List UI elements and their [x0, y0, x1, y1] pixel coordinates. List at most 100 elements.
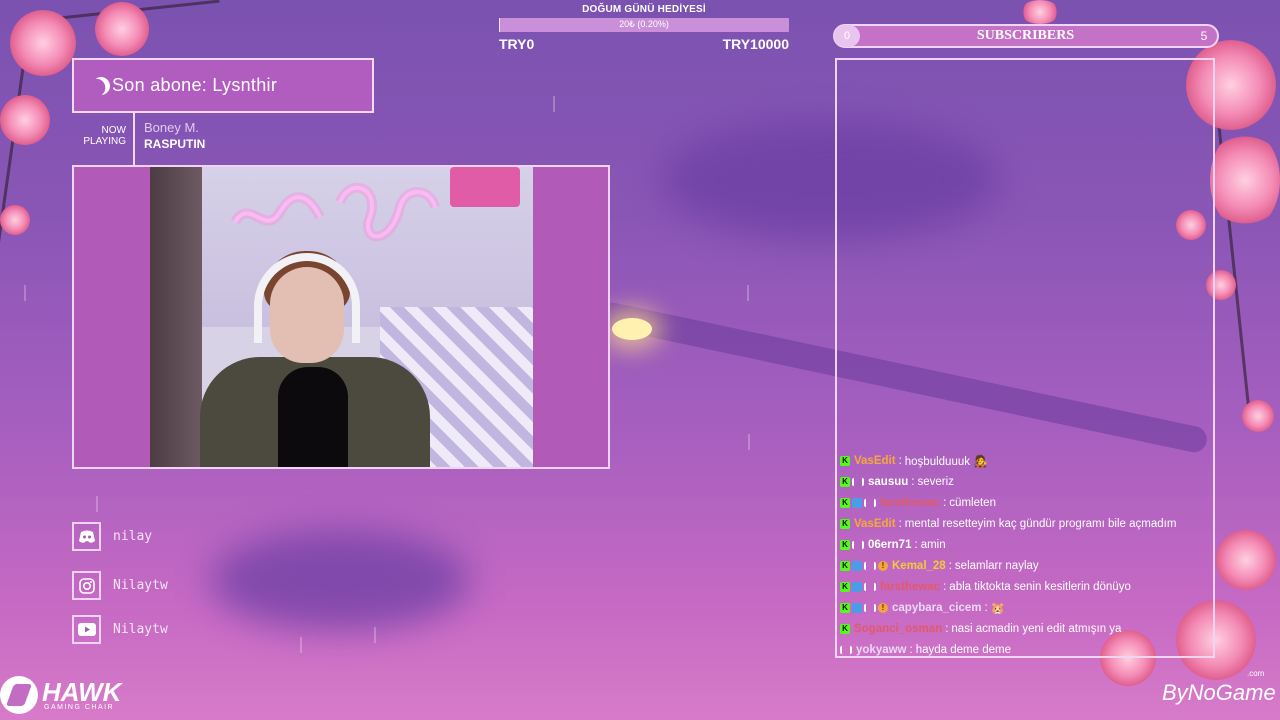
rain-drop [747, 285, 749, 301]
watermark-suffix: .com [1247, 669, 1265, 678]
chat-message: K 06ern71: amin [840, 534, 1220, 555]
donation-max-label: TRY10000 [722, 36, 789, 52]
chat-separator: : [948, 559, 952, 572]
chat-username[interactable]: yokyaww [856, 644, 907, 656]
donation-progress-text: 20₺ (0.20%) [619, 19, 669, 29]
kick-badge-icon: K [840, 623, 850, 634]
chat-text: mental resetteyim kaç gündür programı bi… [904, 517, 1177, 530]
chat-username[interactable]: farsthewac [880, 497, 940, 509]
donation-goal: DOĞUM GÜNÜ HEDİYESİ 20₺ (0.20%) TRY0 TRY… [499, 4, 789, 52]
chat-text: cümleten [949, 496, 996, 509]
sponsor-name: HAWK [42, 676, 122, 707]
now-playing-label: NOW PLAYING [72, 125, 126, 147]
social-youtube[interactable]: Nilaytw [72, 615, 168, 644]
bars-badge-icon [840, 645, 852, 654]
chat-text: 🐹 [990, 602, 1006, 615]
discord-handle: nilay [113, 529, 153, 544]
last-subscriber-text: Son abone: Lysnthir [112, 75, 278, 95]
rain-drop [374, 627, 376, 643]
rain-drop [24, 285, 26, 301]
blossom-flower [95, 2, 149, 56]
headphones [254, 253, 360, 343]
kick-badge-icon: K [840, 518, 850, 529]
youtube-handle: Nilaytw [113, 622, 168, 637]
youtube-icon [72, 615, 101, 644]
chat-text: hayda deme deme [915, 643, 1011, 656]
bars-badge-icon [864, 603, 876, 612]
bars-badge-icon [864, 498, 876, 507]
blossom-flower [0, 205, 30, 235]
chat-text: hoşbulduuuk 🧑‍🎤 [904, 455, 988, 468]
blossom-flower [1020, 0, 1060, 24]
social-discord[interactable]: nilay [72, 522, 152, 551]
blossom-flower [10, 10, 76, 76]
donation-progress-bar: 20₺ (0.20%) [499, 18, 789, 32]
chat-username[interactable]: capybara_cicem [892, 602, 982, 614]
chat-username[interactable]: Soganci_osman [854, 623, 942, 635]
now-playing-label-line2: PLAYING [83, 136, 126, 147]
last-subscriber-panel: Son abone: Lysnthir [72, 58, 374, 113]
watermark-text: ByNoGame [1162, 680, 1276, 705]
chat-username[interactable]: VasEdit [854, 455, 896, 467]
subscriber-badge-icon [852, 602, 862, 613]
now-playing-label-line1: NOW [101, 125, 126, 136]
kick-badge-icon: K [840, 455, 850, 466]
subscriber-goal-bar: 0 SUBSCRIBERS 5 [833, 24, 1219, 48]
kick-badge-icon: K [840, 602, 850, 613]
sponsor-tagline: GAMING CHAIR [44, 703, 115, 711]
chat-separator: : [945, 622, 949, 635]
chat-text: severiz [917, 475, 954, 488]
streamer [190, 247, 430, 467]
subscriber-badge-icon [852, 497, 862, 508]
chat-text: abla tiktokta senin kesitlerin dönüyo [949, 580, 1131, 593]
neon-sign [230, 182, 440, 242]
blossom-flower [1242, 400, 1274, 432]
chat-separator: : [984, 601, 988, 614]
instagram-icon [72, 571, 101, 600]
chat-message: K VasEdit: mental resetteyim kaç gündür pr… [840, 513, 1220, 534]
now-playing-divider [133, 112, 135, 166]
webcam-frame [72, 165, 610, 469]
lamp-glow [612, 318, 652, 340]
chat-separator: : [943, 580, 947, 593]
chat-text: amin [920, 538, 946, 551]
now-playing-artist: Boney M. [144, 120, 199, 135]
subscriber-goal: 5 [1200, 29, 1208, 43]
donation-title: DOĞUM GÜNÜ HEDİYESİ [582, 4, 706, 15]
streamer-shirt [278, 367, 348, 467]
bars-badge-icon [864, 561, 876, 570]
chat-message: yokyaww: hayda deme deme [840, 639, 1220, 660]
background-cloud [210, 530, 470, 630]
subscriber-badge-icon [852, 581, 862, 592]
subscriber-title: SUBSCRIBERS [976, 28, 1075, 43]
bars-badge-icon [852, 540, 864, 549]
instagram-handle: Nilaytw [113, 578, 168, 593]
chat-message: K! Kemal_28: selamlarr naylay [840, 555, 1220, 576]
subscriber-badge-icon [852, 560, 862, 571]
rain-drop [748, 434, 750, 450]
chat-username[interactable]: sausuu [868, 476, 908, 488]
blossom-flower [0, 95, 50, 145]
social-instagram[interactable]: Nilaytw [72, 571, 168, 600]
chat-text: selamlarr naylay [954, 559, 1039, 572]
chat-username[interactable]: VasEdit [854, 518, 896, 530]
gift-badge-icon: ! [878, 560, 888, 571]
chat-username[interactable]: farsthewac [880, 581, 940, 593]
now-playing-song: RASPUTIN [144, 137, 206, 151]
moon-icon [89, 74, 112, 97]
rain-drop [96, 496, 98, 512]
chat-username[interactable]: 06ern71 [868, 539, 911, 551]
webcam-feed [150, 167, 533, 467]
chat-separator: : [909, 643, 913, 656]
kick-badge-icon: K [840, 539, 850, 550]
hawk-logo-icon [0, 676, 38, 714]
chat-separator: : [898, 454, 902, 467]
blossom-flower [1210, 130, 1280, 230]
chat-separator: : [914, 538, 918, 551]
kick-badge-icon: K [840, 560, 850, 571]
kick-badge-icon: K [840, 497, 850, 508]
kick-badge-icon: K [840, 476, 850, 487]
donation-min-label: TRY0 [499, 36, 535, 52]
chat-separator: : [911, 475, 915, 488]
chat-username[interactable]: Kemal_28 [892, 560, 946, 572]
